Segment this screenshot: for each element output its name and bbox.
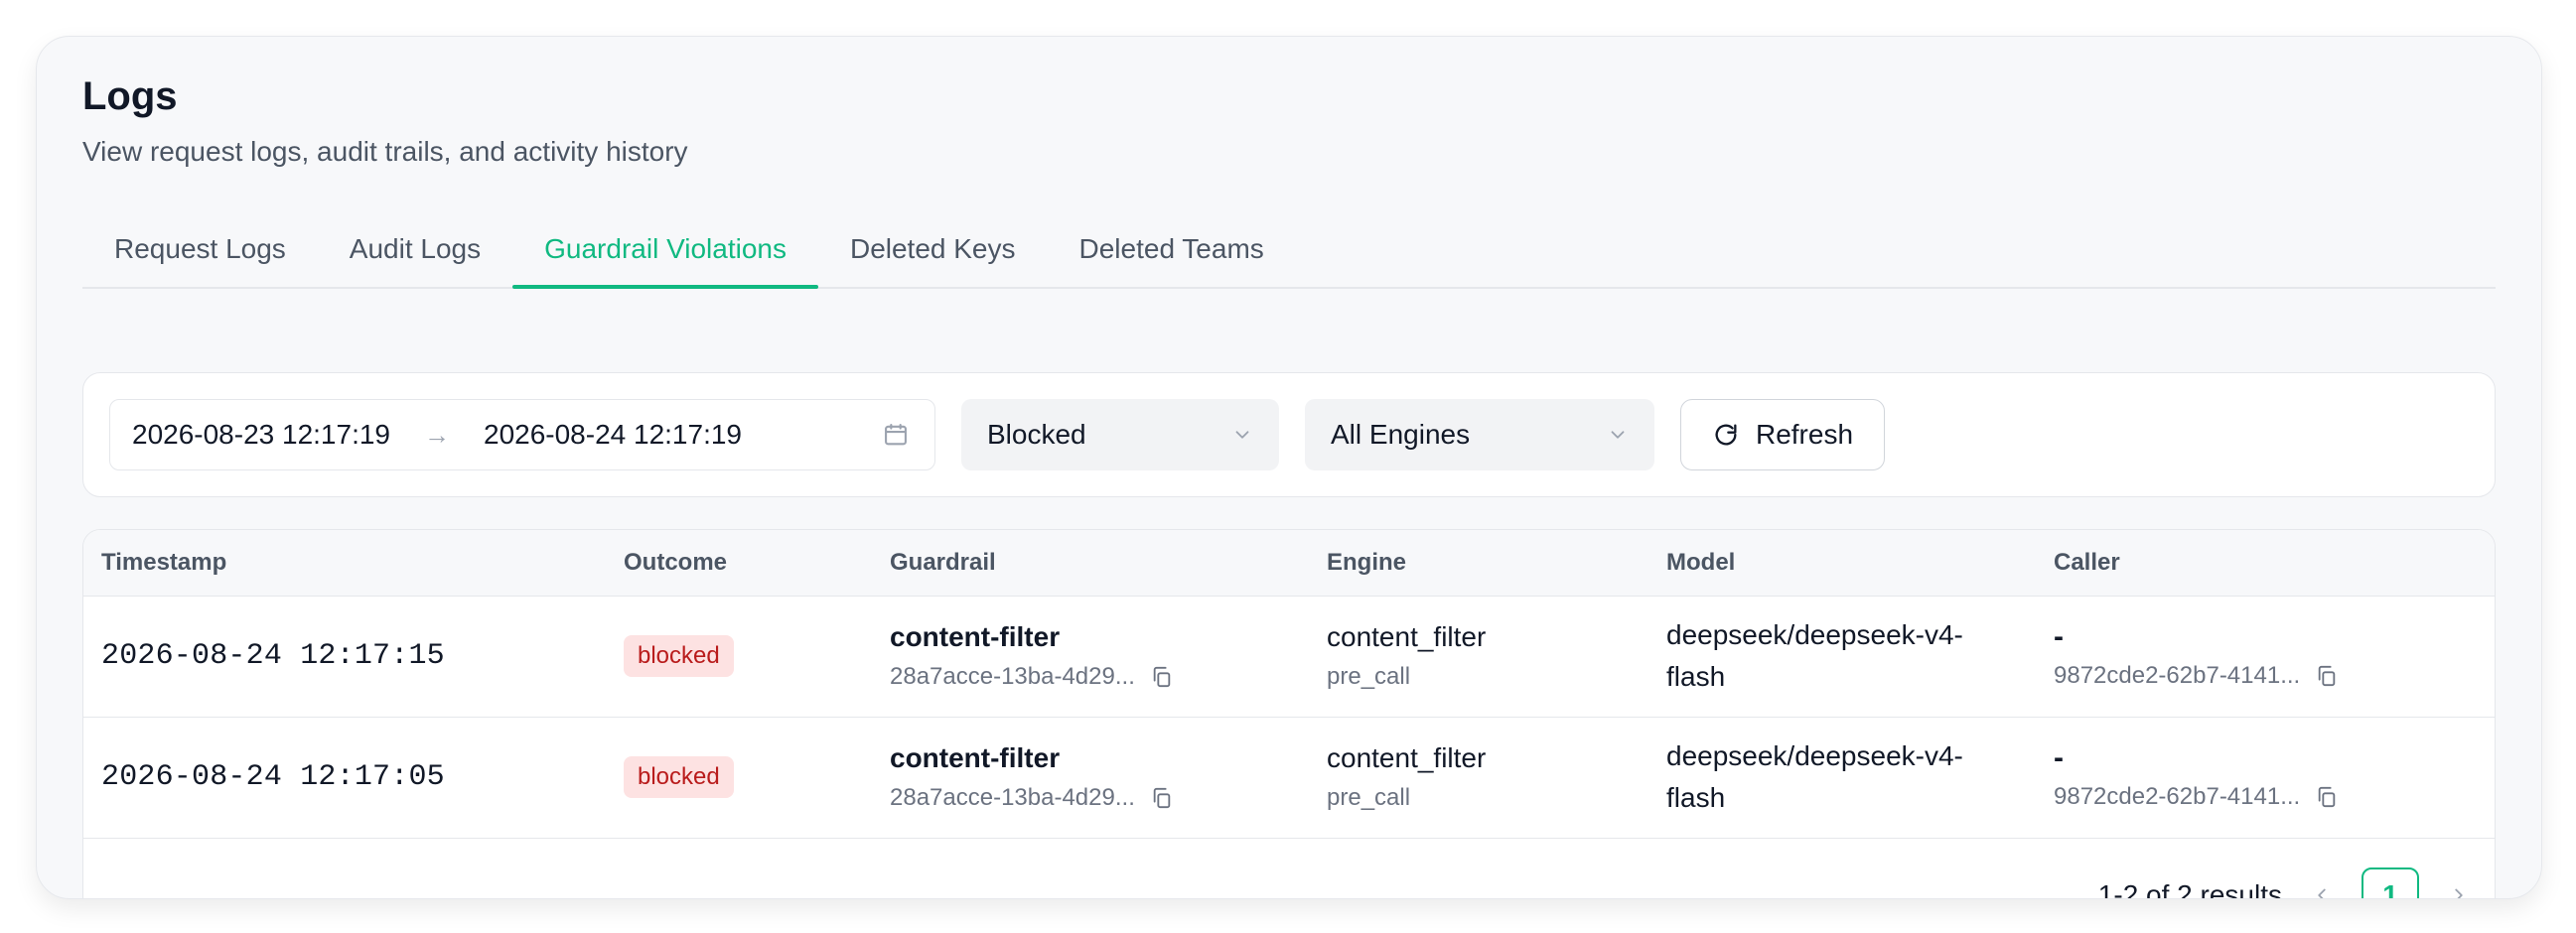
caller-primary: -	[2054, 620, 2064, 653]
date-range-end[interactable]: 2026-08-24 12:17:19	[484, 419, 742, 451]
timestamp-value: 2026-08-24 12:17:15	[101, 639, 445, 673]
chevron-down-icon	[1231, 424, 1253, 446]
tab-deleted-keys[interactable]: Deleted Keys	[818, 233, 1048, 287]
model-cell: deepseek/deepseek-v4-flash	[1666, 596, 2004, 717]
filters-card: 2026-08-23 12:17:19 → 2026-08-24 12:17:1…	[82, 372, 2496, 497]
guardrail-id-row: 28a7acce-13ba-4d29...	[890, 784, 1175, 812]
caller-stack: - 9872cde2-62b7-4141...	[2054, 622, 2340, 690]
calendar-icon	[879, 418, 913, 452]
pagination: 1-2 of 2 results 1	[2097, 866, 2477, 899]
copy-icon[interactable]	[1149, 785, 1175, 811]
logs-content: Logs View request logs, audit trails, an…	[82, 74, 2496, 898]
timestamp-cell: 2026-08-24 12:17:15	[101, 596, 445, 717]
copy-icon[interactable]	[1149, 664, 1175, 690]
guardrail-name: content-filter	[890, 621, 1061, 652]
caller-primary: -	[2054, 741, 2064, 774]
guardrail-cell: content-filter 28a7acce-13ba-4d29...	[890, 596, 1175, 717]
status-badge: blocked	[624, 756, 734, 798]
refresh-icon	[1712, 421, 1740, 449]
outcome-cell: blocked	[624, 717, 734, 838]
page-title: Logs	[82, 74, 178, 118]
engine-stage: pre_call	[1327, 663, 1411, 690]
refresh-button[interactable]: Refresh	[1680, 399, 1885, 470]
column-header-timestamp: Timestamp	[101, 549, 227, 576]
engine-stage: pre_call	[1327, 784, 1411, 811]
guardrail-stack: content-filter 28a7acce-13ba-4d29...	[890, 621, 1175, 691]
column-header-caller: Caller	[2054, 549, 2120, 576]
engine-cell: content_filter pre_call	[1327, 717, 1486, 838]
copy-icon[interactable]	[2314, 784, 2340, 810]
guardrail-name: content-filter	[890, 742, 1061, 773]
copy-icon[interactable]	[2314, 663, 2340, 689]
column-header-engine: Engine	[1327, 549, 1407, 576]
logs-window: Logs View request logs, audit trails, an…	[36, 36, 2542, 899]
date-range-picker[interactable]: 2026-08-23 12:17:19 → 2026-08-24 12:17:1…	[109, 399, 935, 470]
outcome-cell: blocked	[624, 596, 734, 717]
model-value: deepseek/deepseek-v4-flash	[1666, 740, 1963, 813]
tab-guardrail-violations[interactable]: Guardrail Violations	[512, 233, 818, 289]
guardrail-cell: content-filter 28a7acce-13ba-4d29...	[890, 717, 1175, 838]
violations-table: Timestamp Outcome Guardrail Engine Model…	[82, 529, 2496, 899]
date-range-start[interactable]: 2026-08-23 12:17:19	[132, 419, 390, 451]
caller-cell: - 9872cde2-62b7-4141...	[2054, 717, 2340, 838]
logs-tabs: Request Logs Audit Logs Guardrail Violat…	[82, 223, 2496, 289]
model-cell: deepseek/deepseek-v4-flash	[1666, 717, 2004, 838]
engine-stack: content_filter pre_call	[1327, 742, 1486, 812]
caller-id: 9872cde2-62b7-4141...	[2054, 662, 2301, 689]
guardrail-id: 28a7acce-13ba-4d29...	[890, 663, 1135, 690]
column-header-model: Model	[1666, 549, 1736, 576]
caller-cell: - 9872cde2-62b7-4141...	[2054, 596, 2340, 717]
caller-stack: - 9872cde2-62b7-4141...	[2054, 743, 2340, 811]
engine-cell: content_filter pre_call	[1327, 596, 1486, 717]
engine-stack: content_filter pre_call	[1327, 621, 1486, 691]
guardrail-stack: content-filter 28a7acce-13ba-4d29...	[890, 742, 1175, 812]
status-filter-select[interactable]: Blocked	[961, 399, 1279, 470]
model-value: deepseek/deepseek-v4-flash	[1666, 619, 1963, 692]
table-row[interactable]: 2026-08-24 12:17:15 blocked content-filt…	[83, 596, 2495, 718]
guardrail-id-row: 28a7acce-13ba-4d29...	[890, 663, 1175, 691]
caller-id-row: 9872cde2-62b7-4141...	[2054, 783, 2340, 811]
tab-deleted-teams[interactable]: Deleted Teams	[1048, 233, 1296, 287]
pagination-page-1[interactable]: 1	[2361, 867, 2419, 898]
filters-row: 2026-08-23 12:17:19 → 2026-08-24 12:17:1…	[109, 399, 2469, 470]
caller-id: 9872cde2-62b7-4141...	[2054, 783, 2301, 810]
timestamp-cell: 2026-08-24 12:17:05	[101, 717, 445, 838]
status-filter-value: Blocked	[987, 419, 1086, 450]
chevron-right-icon[interactable]	[2441, 877, 2477, 898]
timestamp-value: 2026-08-24 12:17:05	[101, 760, 445, 794]
engine-name: content_filter	[1327, 621, 1487, 652]
tab-request-logs[interactable]: Request Logs	[82, 233, 318, 287]
status-badge: blocked	[624, 635, 734, 677]
guardrail-id: 28a7acce-13ba-4d29...	[890, 784, 1135, 811]
table-header: Timestamp Outcome Guardrail Engine Model…	[83, 530, 2495, 597]
engine-name: content_filter	[1327, 742, 1487, 773]
chevron-down-icon	[1607, 424, 1629, 446]
refresh-button-label: Refresh	[1755, 419, 1854, 450]
engine-filter-select[interactable]: All Engines	[1305, 399, 1654, 470]
chevron-left-icon[interactable]	[2304, 877, 2340, 898]
engine-filter-value: All Engines	[1331, 419, 1471, 450]
table-row[interactable]: 2026-08-24 12:17:05 blocked content-filt…	[83, 717, 2495, 839]
column-header-outcome: Outcome	[624, 549, 728, 576]
page-subtitle: View request logs, audit trails, and act…	[82, 136, 688, 167]
caller-id-row: 9872cde2-62b7-4141...	[2054, 662, 2340, 690]
pagination-summary: 1-2 of 2 results	[2097, 879, 2282, 899]
date-range-arrow: →	[424, 419, 450, 450]
tab-audit-logs[interactable]: Audit Logs	[318, 233, 512, 287]
column-header-guardrail: Guardrail	[890, 549, 996, 576]
